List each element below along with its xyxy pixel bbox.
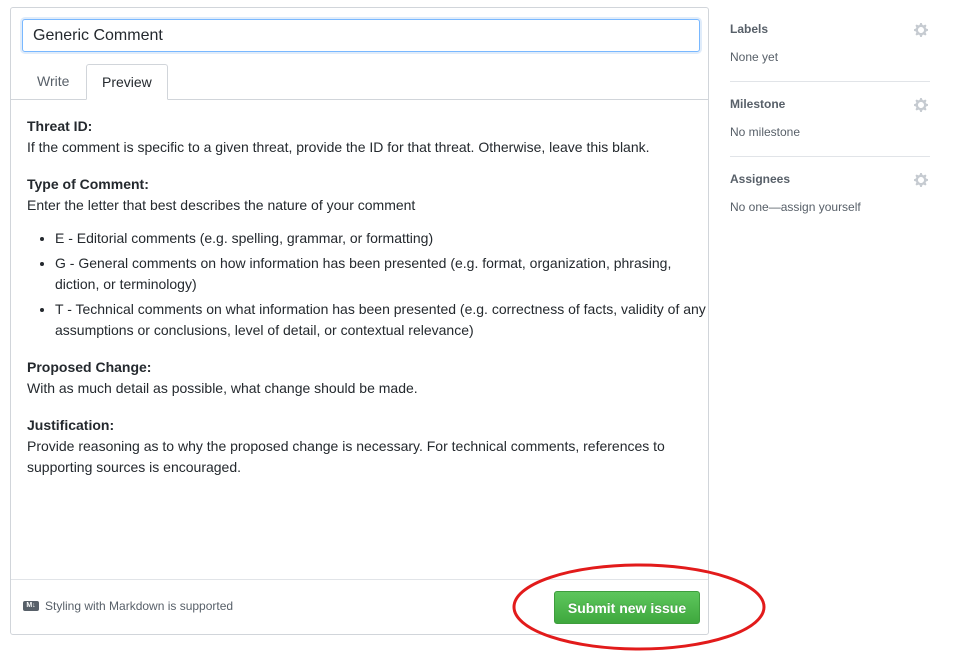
markdown-note-label: Styling with Markdown is supported [45,599,234,613]
list-item: G - General comments on how information … [55,253,707,295]
gear-icon[interactable] [914,172,930,188]
sidebar-assignees-title: Assignees [730,172,791,186]
type-of-comment-section: Type of Comment: Enter the letter that b… [27,174,707,341]
footer-divider [11,579,708,580]
list-item: T - Technical comments on what informati… [55,299,707,341]
type-of-comment-heading: Type of Comment: [27,176,149,192]
tab-write[interactable]: Write [22,64,84,99]
sidebar-labels-value: None yet [730,50,779,64]
comment-type-list: E - Editorial comments (e.g. spelling, g… [27,228,707,341]
sidebar-milestone-title: Milestone [730,97,786,111]
tab-preview[interactable]: Preview [86,64,168,100]
sidebar-assignees[interactable]: Assignees No one—assign yourself [730,167,930,242]
proposed-change-section: Proposed Change: With as much detail as … [27,357,707,399]
sidebar-milestone-value: No milestone [730,125,801,139]
threat-id-text: If the comment is specific to a given th… [27,139,650,155]
sidebar-assignees-value[interactable]: No one—assign yourself [730,200,861,214]
justification-heading: Justification: [27,417,115,433]
sidebar-labels-title: Labels [730,22,769,36]
markdown-note[interactable]: M↓ Styling with Markdown is supported [23,599,233,613]
gear-icon[interactable] [914,22,930,38]
threat-id-heading: Threat ID: [27,118,93,134]
proposed-change-text: With as much detail as possible, what ch… [27,380,418,396]
threat-id-section: Threat ID: If the comment is specific to… [27,116,707,158]
title-input[interactable] [22,19,700,52]
preview-content: Threat ID: If the comment is specific to… [27,116,707,494]
list-item: E - Editorial comments (e.g. spelling, g… [55,228,707,249]
sidebar-divider [730,156,930,157]
gear-icon[interactable] [914,97,930,113]
sidebar-divider [730,81,930,82]
submit-new-issue-button[interactable]: Submit new issue [554,591,700,624]
editor-tabs: Write Preview [11,64,708,100]
type-of-comment-text: Enter the letter that best describes the… [27,197,416,213]
markdown-icon: M↓ [23,601,39,611]
justification-text: Provide reasoning as to why the proposed… [27,438,665,475]
justification-section: Justification: Provide reasoning as to w… [27,415,707,478]
issue-form: Write Preview Threat ID: If the comment … [10,7,709,635]
proposed-change-heading: Proposed Change: [27,359,152,375]
